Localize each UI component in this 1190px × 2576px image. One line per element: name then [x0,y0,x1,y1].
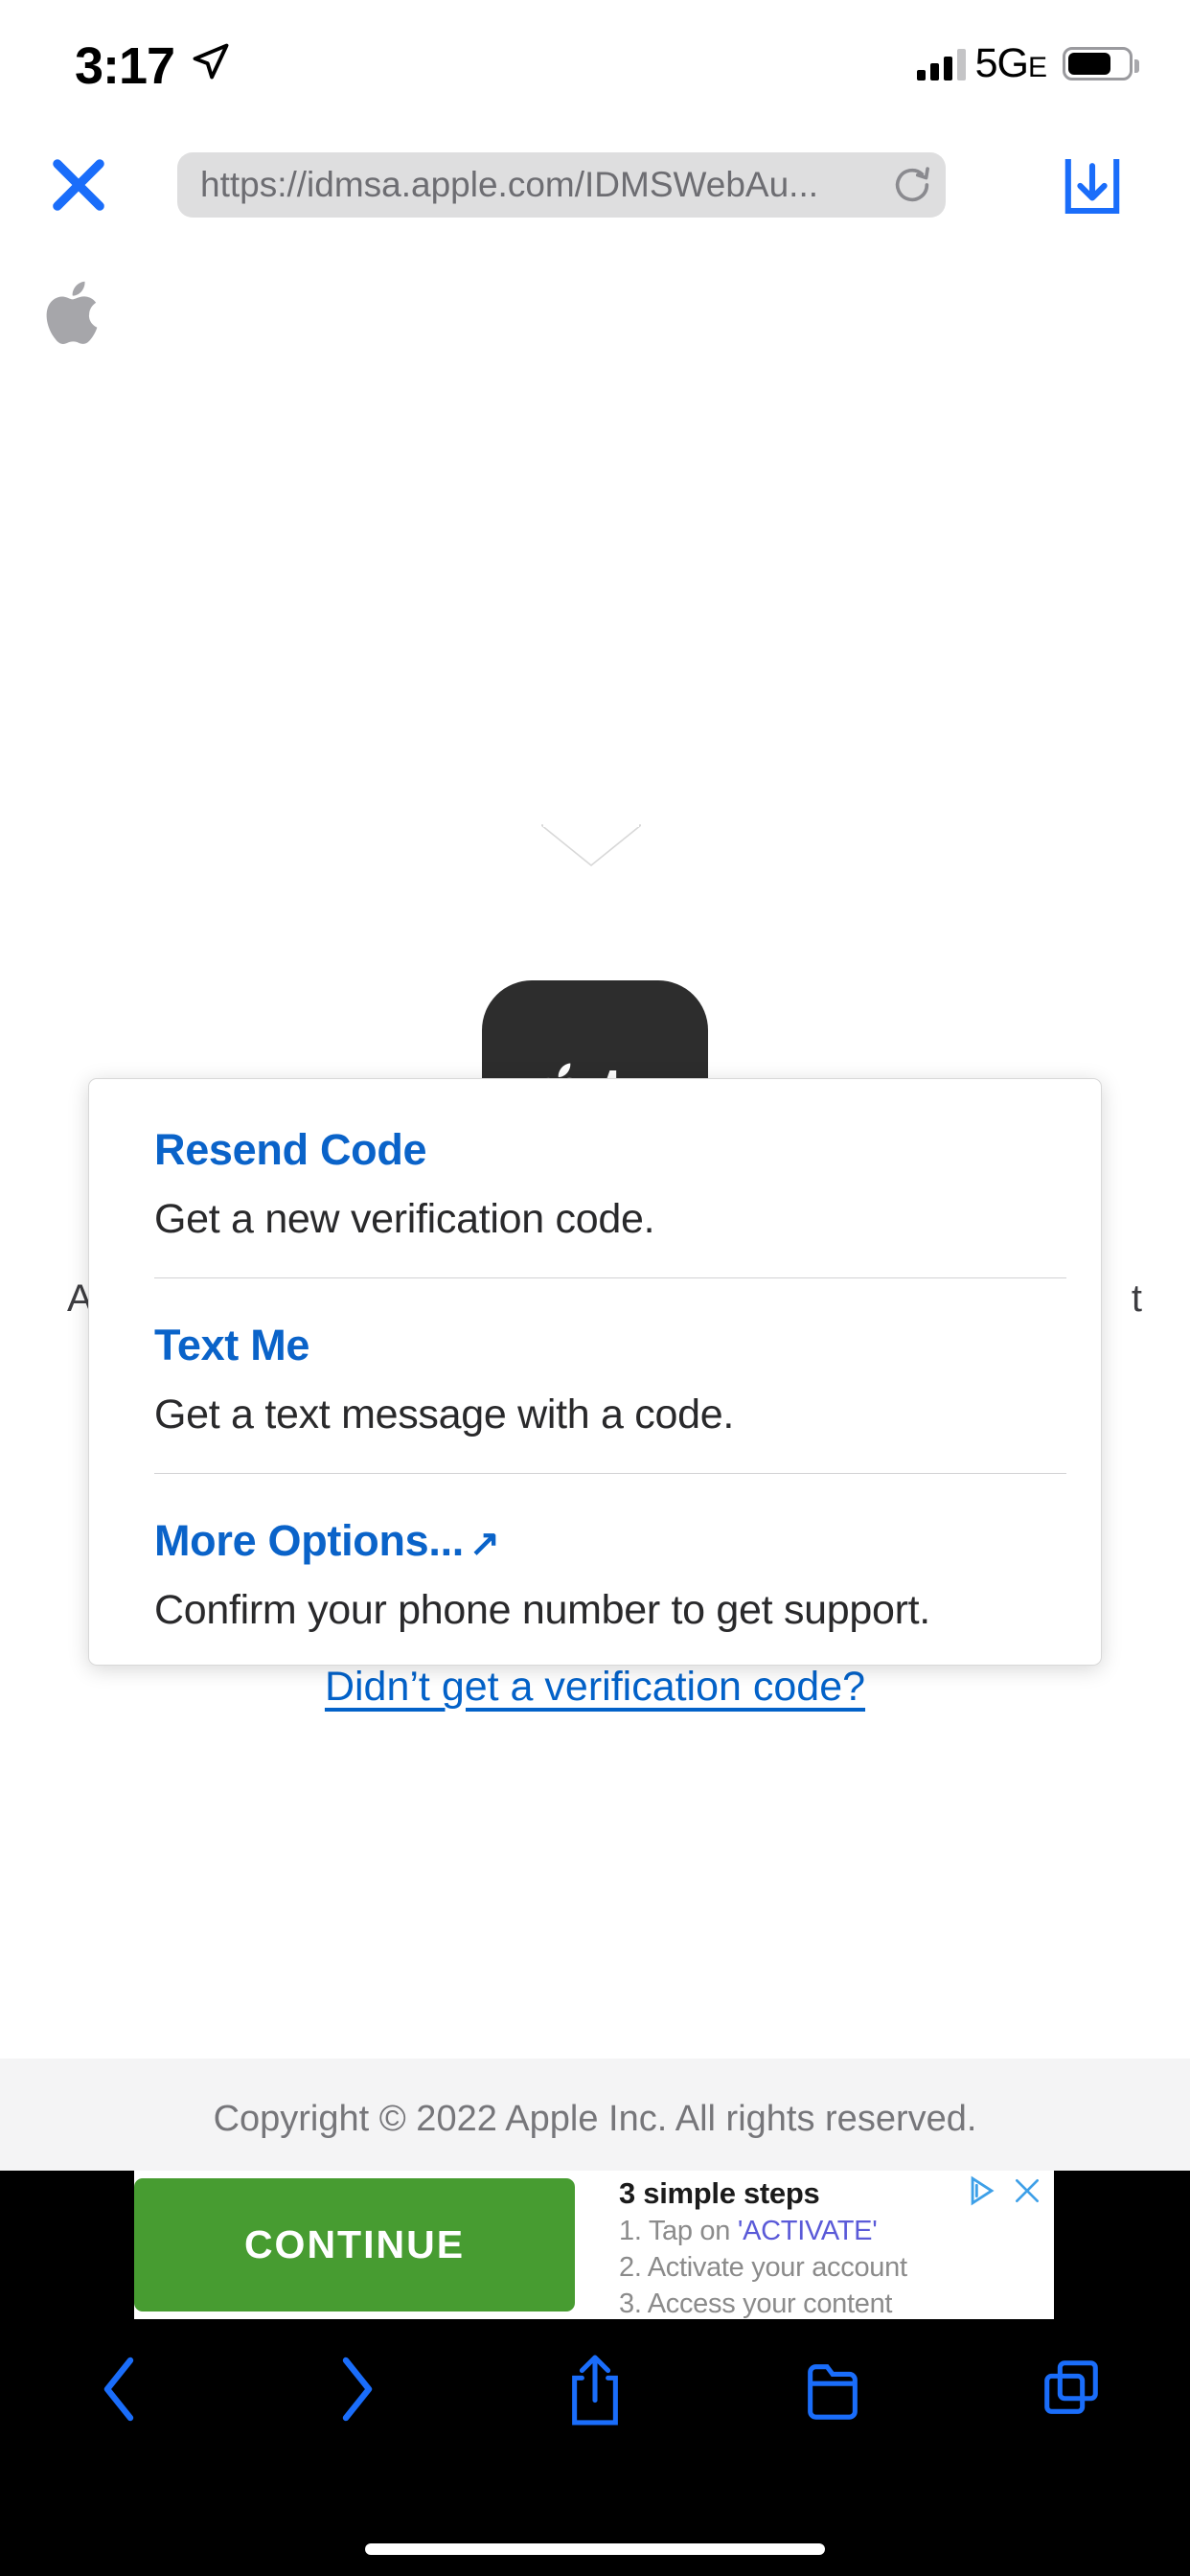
apple-logo [46,281,98,344]
url-text[interactable]: https://idmsa.apple.com/IDMSWebAu... [177,165,879,205]
url-bar[interactable]: https://idmsa.apple.com/IDMSWebAu... [177,152,946,218]
ad-banner[interactable]: CONTINUE 3 simple steps 1. Tap on 'ACTIV… [134,2171,1054,2319]
ad-step-1-text: 1. Tap on [619,2216,738,2246]
obscured-body-text-right: t [1131,1277,1142,1320]
bookmarks-button[interactable] [714,2354,951,2425]
popover-option-title[interactable]: Text Me [154,1321,1101,1370]
close-x-icon[interactable] [46,152,111,218]
bookmarks-folder-icon [808,2364,858,2420]
tabs-icon [1044,2360,1098,2414]
cellular-signal-icon [916,48,966,80]
web-page-content: tv A t Resend Code Get a new verificatio… [0,238,1190,2058]
download-icon[interactable] [1058,150,1127,219]
popover-option-description: Confirm your phone number to get support… [154,1587,930,1633]
tabs-button[interactable] [952,2354,1190,2425]
popover-option-description: Get a new verification code. [154,1196,655,1242]
forward-button[interactable] [238,2353,475,2426]
ad-step-1: 1. Tap on 'ACTIVATE' [619,2216,1054,2247]
external-link-arrow-icon: ↗ [469,1524,500,1564]
adchoices-icon[interactable] [966,2174,998,2207]
verification-options-popover: Resend Code Get a new verification code.… [88,1078,1102,1666]
share-button[interactable] [476,2350,714,2428]
home-indicator [365,2543,825,2555]
reload-icon[interactable] [879,163,946,207]
carrier-label: 5GE [974,40,1047,86]
didnt-get-code-link[interactable]: Didn’t get a verification code? [0,1664,1190,1711]
ad-step-2: 2. Activate your account [619,2252,907,2283]
battery-icon [1063,47,1139,80]
copyright-text: Copyright © 2022 Apple Inc. All rights r… [213,2099,977,2139]
status-bar-time: 3:17 [75,37,175,95]
popover-option-title-text: More Options... [154,1516,465,1565]
popover-option-description: Get a text message with a code. [154,1392,734,1438]
popover-option-more-options[interactable]: More Options... ↗ Confirm your phone numb… [89,1474,1101,1634]
ad-close-icon[interactable] [1012,2175,1042,2206]
popover-option-title[interactable]: More Options... ↗ [154,1516,1101,1566]
status-bar-indicators: 5GE [916,40,1139,87]
chevron-right-icon [342,2357,372,2422]
popover-arrow-icon [541,824,641,866]
chevron-left-icon [104,2357,134,2422]
back-button[interactable] [0,2353,238,2426]
location-arrow-icon [193,43,229,80]
ad-step-1-highlight: 'ACTIVATE' [737,2216,878,2246]
safari-toolbar [0,2319,1190,2576]
browser-bar: https://idmsa.apple.com/IDMSWebAu... [0,129,1190,238]
phone-screen: 3:17 5GE https://idmsa.apple.com/IDMSWeb… [0,0,1190,2576]
status-bar: 3:17 5GE [0,0,1190,129]
popover-option-resend-code[interactable]: Resend Code Get a new verification code. [89,1079,1101,1243]
ad-copy: 3 simple steps 1. Tap on 'ACTIVATE' 2. A… [575,2171,1054,2319]
page-footer: Copyright © 2022 Apple Inc. All rights r… [0,2058,1190,2171]
popover-option-title[interactable]: Resend Code [154,1125,1101,1175]
ad-step-3: 3. Access your content [619,2288,893,2319]
ad-controls [966,2174,1042,2207]
ad-continue-button[interactable]: CONTINUE [134,2178,575,2312]
share-icon [572,2355,618,2426]
popover-option-text-me[interactable]: Text Me Get a text message with a code. [89,1278,1101,1438]
ad-banner-zone: CONTINUE 3 simple steps 1. Tap on 'ACTIV… [0,2171,1190,2319]
